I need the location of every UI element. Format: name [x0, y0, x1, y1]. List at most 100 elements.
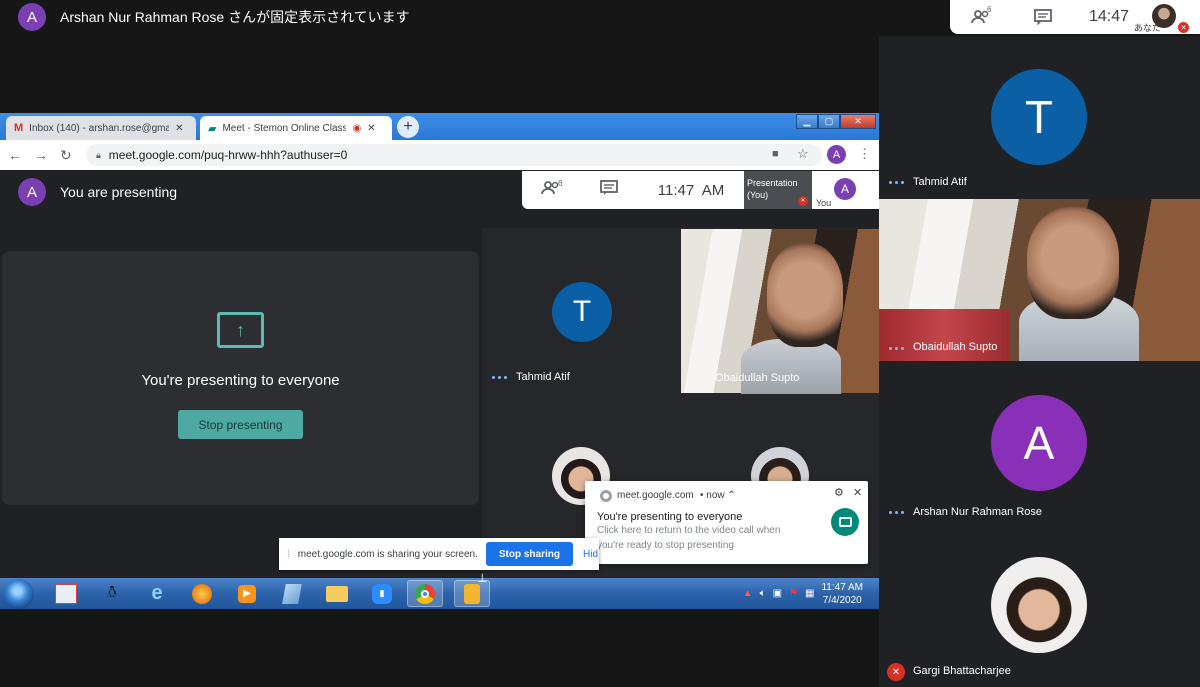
zoom-icon[interactable]: ▮	[364, 580, 400, 607]
reload-icon[interactable]: ↻	[60, 147, 72, 164]
people-button[interactable]: 6	[522, 178, 580, 200]
close-icon[interactable]: ✕	[367, 123, 375, 134]
participant-avatar: A	[991, 395, 1087, 491]
chat-button[interactable]	[580, 179, 638, 201]
firefox-icon[interactable]	[184, 580, 220, 607]
drag-handle-icon[interactable]: ⁞	[287, 549, 290, 560]
mouse-cursor-icon: ⊥	[477, 571, 488, 585]
back-icon[interactable]: ←	[8, 147, 22, 163]
tab-meet[interactable]: ▰ Meet - Stemon Online Class ◉ ✕	[200, 116, 392, 140]
notes-app-icon[interactable]	[274, 580, 310, 607]
plus-icon: +	[403, 118, 413, 135]
hide-button[interactable]: Hid	[583, 549, 598, 560]
self-thumb[interactable]: A You	[812, 171, 878, 209]
folder-icon[interactable]	[319, 580, 355, 607]
participant-video[interactable]: Obaidullah Supto	[879, 199, 1200, 361]
system-clock[interactable]: 11:47 AM 7/4/2020	[821, 581, 863, 607]
participant-name: Arshan Nur Rahman Rose	[913, 506, 1043, 518]
presenting-title: You're presenting to everyone	[141, 372, 340, 389]
present-screen-icon: ↑	[217, 312, 264, 348]
participant-name: Obaidullah Supto	[913, 341, 998, 353]
close-window-button[interactable]: ✕	[840, 114, 876, 129]
people-count: 6	[987, 5, 992, 14]
meet-app-icon	[831, 508, 859, 536]
avatar: A	[834, 178, 856, 200]
penguin-app-icon[interactable]: 🐧︎	[94, 580, 130, 607]
meeting-toolbar: 6 14:47 ✕ あなた	[950, 0, 1200, 34]
participant-video[interactable]: Obaidullah Supto	[681, 229, 879, 394]
participant-tile[interactable]: ✕ Gargi Bhattacharjee	[879, 525, 1200, 687]
avatar: A	[18, 3, 46, 31]
presenting-card: ↑ You're presenting to everyone Stop pre…	[2, 251, 479, 505]
people-button[interactable]: 6	[950, 0, 1012, 34]
url-field[interactable]: 🔒︎ meet.google.com/puq-hrww-hhh?authuser…	[86, 144, 822, 166]
windows-taskbar: 🐧︎ e ▶ ▮ ▲ 🔈︎ ▣ ⚑ ▦ 11:47 AM 7/4/2020	[0, 578, 879, 609]
bookmark-star-icon[interactable]: ☆	[797, 146, 809, 162]
participant-avatar: T	[552, 282, 612, 342]
tray-app-icon[interactable]: ▣	[773, 588, 782, 599]
participant-rail: T Tahmid Atif Obaidullah Supto A Arshan …	[879, 36, 1200, 687]
minimize-button[interactable]: ▁	[796, 114, 818, 129]
profile-avatar[interactable]: A	[827, 145, 846, 164]
tab-strip: M Inbox (140) - arshan.rose@gmail ✕ ▰ Me…	[0, 113, 879, 140]
avatar: A	[18, 178, 46, 206]
audio-level-icon	[492, 376, 508, 379]
paint-app-icon[interactable]	[48, 580, 84, 607]
chrome-taskbar-icon[interactable]	[407, 580, 443, 607]
audio-level-icon	[889, 181, 905, 184]
inner-meeting-toolbar: 6 11:47 AM Presentation (You) ✕ A You	[522, 171, 879, 209]
stop-presenting-button[interactable]: Stop presenting	[178, 410, 303, 439]
recording-icon: ◉	[352, 122, 362, 134]
pinned-banner: A Arshan Nur Rahman Rose さんが固定表示されています	[18, 2, 410, 32]
lock-icon: 🔒︎	[96, 149, 101, 160]
close-icon[interactable]: ✕	[853, 486, 862, 499]
participant-tile[interactable]: A Arshan Nur Rahman Rose	[879, 362, 1200, 524]
chrome-notification[interactable]: meet.google.com • now ⌃ ⚙ ✕ You're prese…	[585, 481, 868, 564]
gmail-icon: M	[14, 122, 24, 134]
pinned-text: Arshan Nur Rahman Rose さんが固定表示されています	[60, 9, 410, 25]
media-player-icon[interactable]: ▶	[229, 580, 265, 607]
video-person-face	[767, 243, 843, 347]
gear-icon[interactable]: ⚙	[834, 486, 844, 499]
video-background	[879, 309, 1009, 361]
participant-avatar	[991, 557, 1087, 653]
participant-name: Gargi Bhattacharjee	[913, 665, 1011, 677]
participant-name: Tahmid Atif	[516, 371, 570, 383]
meet-icon: ▰	[208, 122, 217, 135]
stop-sharing-button[interactable]: Stop sharing	[485, 542, 573, 566]
presenting-header: A You are presenting	[18, 178, 177, 206]
menu-icon[interactable]: ⋮	[858, 146, 871, 162]
forward-icon[interactable]: →	[34, 147, 48, 163]
acrobat-icon[interactable]: ▲	[743, 588, 753, 599]
chat-icon	[1034, 9, 1052, 25]
mic-off-icon: ✕	[798, 196, 808, 206]
share-message: meet.google.com is sharing your screen.	[297, 548, 478, 560]
presenting-label: You are presenting	[60, 184, 178, 200]
participant-name: Tahmid Atif	[913, 176, 967, 188]
chat-button[interactable]	[1012, 0, 1074, 34]
network-icon[interactable]: ▦	[805, 588, 814, 599]
notification-source: meet.google.com	[617, 490, 694, 501]
notification-time: • now ⌃	[700, 490, 736, 501]
mic-off-icon: ✕	[887, 663, 905, 681]
taskbar-time: 11:47 AM	[821, 581, 863, 593]
flag-icon[interactable]: ⚑	[789, 588, 798, 599]
participant-tile[interactable]: T Tahmid Atif	[879, 36, 1200, 198]
tab-gmail[interactable]: M Inbox (140) - arshan.rose@gmail ✕	[6, 116, 196, 140]
chrome-icon	[600, 490, 612, 502]
tab-title: Inbox (140) - arshan.rose@gmail	[29, 122, 170, 134]
camera-icon[interactable]: ■	[772, 148, 779, 160]
start-button[interactable]	[4, 578, 34, 609]
address-bar: ← → ↻ 🔒︎ meet.google.com/puq-hrww-hhh?au…	[0, 140, 879, 170]
volume-icon[interactable]: 🔈︎	[760, 588, 766, 599]
maximize-button[interactable]: ▢	[818, 114, 840, 129]
new-tab-button[interactable]: +	[397, 116, 419, 138]
participant-tile[interactable]: T Tahmid Atif	[482, 228, 680, 394]
self-view[interactable]: ✕ あなた	[1134, 0, 1189, 34]
presentation-thumb[interactable]: Presentation (You) ✕	[744, 171, 812, 209]
close-icon[interactable]: ✕	[175, 123, 183, 134]
internet-explorer-icon[interactable]: e	[139, 580, 175, 607]
participant-name: Obaidullah Supto	[715, 372, 800, 384]
people-count: 6	[558, 178, 563, 188]
self-label: あなた	[1134, 23, 1162, 33]
